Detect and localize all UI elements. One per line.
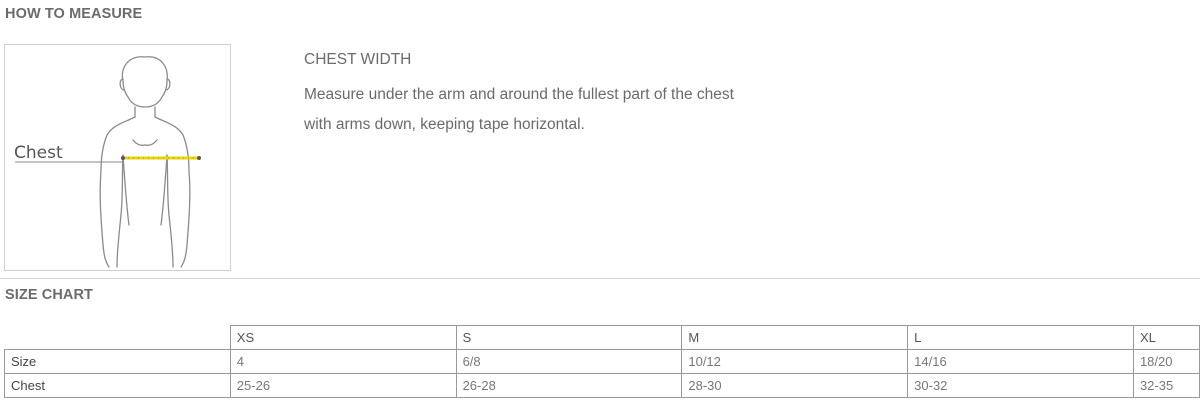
table-cell: 25-26 [229, 373, 457, 398]
table-cell: 30-32 [907, 373, 1134, 398]
size-chart-title: SIZE CHART [5, 287, 93, 303]
table-cell: 32-35 [1132, 373, 1200, 398]
measure-instruction-line: Measure under the arm and around the ful… [304, 86, 734, 103]
table-header-row: XS S M L XL [4, 325, 1200, 350]
table-row: Chest 25-26 26-28 28-30 30-32 32-35 [4, 373, 1200, 398]
column-header-xl: XL [1132, 325, 1200, 350]
table-cell: 4 [229, 349, 457, 374]
measure-heading: CHEST WIDTH [304, 51, 412, 68]
row-label-chest: Chest [4, 373, 231, 398]
body-outline-illustration: Chest [14, 56, 201, 268]
how-to-measure-title: HOW TO MEASURE [5, 6, 143, 22]
section-divider [0, 278, 1200, 279]
table-cell: 14/16 [907, 349, 1134, 374]
column-header-xs: XS [229, 325, 457, 350]
measure-instructions: CHEST WIDTH Measure under the arm and ar… [304, 50, 734, 140]
table-cell: 26-28 [455, 373, 683, 398]
body-measurement-figure: Chest [4, 44, 231, 271]
table-row: Size 4 6/8 10/12 14/16 18/20 [4, 349, 1200, 374]
table-cell: 6/8 [455, 349, 683, 374]
table-corner-cell [4, 325, 231, 350]
table-cell: 18/20 [1132, 349, 1200, 374]
size-chart-table: XS S M L XL Size 4 6/8 10/12 14/16 18/20… [4, 325, 1200, 398]
column-header-l: L [907, 325, 1134, 350]
measure-instruction-line: with arms down, keeping tape horizontal. [304, 116, 585, 133]
column-header-m: M [681, 325, 909, 350]
row-label-size: Size [4, 349, 231, 374]
table-cell: 10/12 [681, 349, 909, 374]
table-cell: 28-30 [681, 373, 909, 398]
column-header-s: S [455, 325, 683, 350]
chest-figure-label: Chest [14, 143, 63, 163]
